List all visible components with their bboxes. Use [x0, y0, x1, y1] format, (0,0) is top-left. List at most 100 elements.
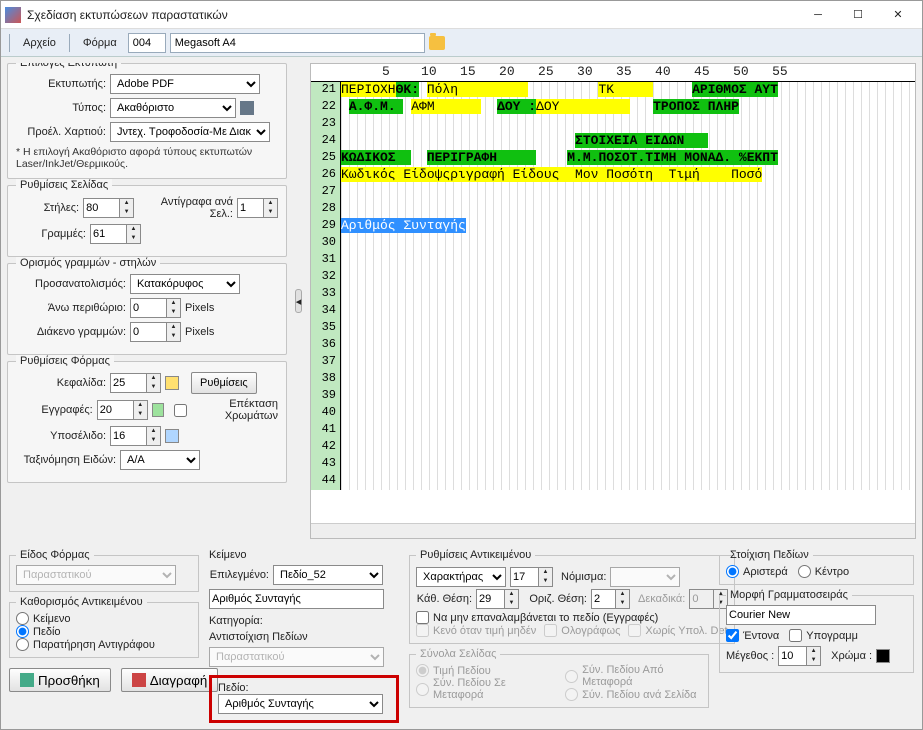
- maximize-button[interactable]: ☐: [838, 2, 878, 28]
- vpos-input[interactable]: [476, 589, 504, 609]
- grid-row[interactable]: 42: [311, 439, 915, 456]
- folder-icon[interactable]: [429, 36, 445, 50]
- font-size-input[interactable]: [778, 646, 806, 666]
- grid-row[interactable]: 36: [311, 337, 915, 354]
- footer-spinner[interactable]: ▲▼: [146, 426, 161, 446]
- header-spinner[interactable]: ▲▼: [146, 373, 161, 393]
- grid-line[interactable]: [341, 235, 915, 252]
- close-button[interactable]: ✕: [878, 2, 918, 28]
- grid-line[interactable]: [341, 116, 915, 133]
- datatype-select[interactable]: Χαρακτήρας: [416, 567, 506, 587]
- records-input[interactable]: [97, 400, 133, 420]
- grid-line[interactable]: ΚΩΔΙΚΟΣ ΠΕΡΙΓΡΑΦΗ Μ.Μ.ΠΟΣΟΤ.ΤΙΜΗ ΜΟΝΑΔ. …: [341, 150, 915, 167]
- vpos-spinner[interactable]: ▲▼: [504, 589, 519, 609]
- rows-input[interactable]: [90, 224, 126, 244]
- grid-line[interactable]: [341, 371, 915, 388]
- orient-select[interactable]: Κατακόρυφος: [130, 274, 240, 294]
- printer-select[interactable]: Adobe PDF: [110, 74, 260, 94]
- grid-row[interactable]: 38: [311, 371, 915, 388]
- grid-row[interactable]: 44: [311, 473, 915, 490]
- minimize-button[interactable]: ─: [798, 2, 838, 28]
- settings-button[interactable]: Ρυθμίσεις: [191, 372, 257, 394]
- form-name-input[interactable]: [170, 33, 425, 53]
- grid-row[interactable]: 29Αριθμός Συνταγής: [311, 218, 915, 235]
- grid-row[interactable]: 22 Α.Φ.Μ. ΑΦΜ ΔΟΥ :ΔΟΥ ΤΡΟΠΟΣ ΠΛΗΡ: [311, 99, 915, 116]
- grid-line[interactable]: [341, 286, 915, 303]
- grid-line[interactable]: ΣΤΟΙΧΕΙΑ ΕΙΔΩΝ: [341, 133, 915, 150]
- grid-row[interactable]: 24 ΣΤΟΙΧΕΙΑ ΕΙΔΩΝ: [311, 133, 915, 150]
- extend-colors-check[interactable]: [174, 404, 187, 417]
- grid-line[interactable]: [341, 473, 915, 490]
- linegap-spinner[interactable]: ▲▼: [166, 322, 181, 342]
- selected-field-select[interactable]: Πεδίο_52: [273, 565, 383, 585]
- grid-row[interactable]: 40: [311, 405, 915, 422]
- grid-line[interactable]: ΠΕΡΙΟΧΗΘΚ: Πόλη ΤΚ ΑΡΙΘΜΟΣ ΑΥΤ: [341, 82, 915, 99]
- menu-file[interactable]: Αρχείο: [16, 34, 63, 52]
- grid-line[interactable]: [341, 184, 915, 201]
- topmargin-spinner[interactable]: ▲▼: [166, 298, 181, 318]
- grid-line[interactable]: [341, 320, 915, 337]
- copies-input[interactable]: [237, 198, 263, 218]
- grid-row[interactable]: 25ΚΩΔΙΚΟΣ ΠΕΡΙΓΡΑΦΗ Μ.Μ.ΠΟΣΟΤ.ΤΙΜΗ ΜΟΝΑΔ…: [311, 150, 915, 167]
- grid-row[interactable]: 32: [311, 269, 915, 286]
- field-select[interactable]: Αριθμός Συνταγής: [218, 694, 383, 714]
- menu-form[interactable]: Φόρμα: [76, 34, 124, 52]
- splitter[interactable]: ◂: [293, 63, 304, 539]
- footer-input[interactable]: [110, 426, 146, 446]
- grid-row[interactable]: 39: [311, 388, 915, 405]
- grid-line[interactable]: [341, 303, 915, 320]
- grid-line[interactable]: [341, 269, 915, 286]
- paper-select[interactable]: Jντεχ. Τροφοδοσία-Με Διακοπή: [110, 122, 270, 142]
- grid-line[interactable]: [341, 439, 915, 456]
- rows-spinner[interactable]: ▲▼: [126, 224, 141, 244]
- copies-spinner[interactable]: ▲▼: [263, 198, 278, 218]
- sort-select[interactable]: A/A: [120, 450, 200, 470]
- grid-line[interactable]: [341, 422, 915, 439]
- grid-row[interactable]: 33: [311, 286, 915, 303]
- grid-line[interactable]: [341, 405, 915, 422]
- grid-line[interactable]: [341, 201, 915, 218]
- grid-row[interactable]: 26Κωδικός Είδοψςριγραφή Είδους Μον Ποσότ…: [311, 167, 915, 184]
- grid-row[interactable]: 35: [311, 320, 915, 337]
- grid-row[interactable]: 41: [311, 422, 915, 439]
- add-button[interactable]: Προσθήκη: [9, 668, 111, 692]
- grid-row[interactable]: 34: [311, 303, 915, 320]
- cols-spinner[interactable]: ▲▼: [119, 198, 134, 218]
- grid-row[interactable]: 30: [311, 235, 915, 252]
- delete-button[interactable]: Διαγραφή: [121, 668, 219, 692]
- grid-line[interactable]: Αριθμός Συνταγής: [341, 218, 915, 235]
- type-select[interactable]: Ακαθόριστο: [110, 98, 236, 118]
- grid-line[interactable]: Α.Φ.Μ. ΑΦΜ ΔΟΥ :ΔΟΥ ΤΡΟΠΟΣ ΠΛΗΡ: [341, 99, 915, 116]
- bold-check[interactable]: [726, 629, 739, 642]
- grid-row[interactable]: 27: [311, 184, 915, 201]
- text-value-input[interactable]: [209, 589, 384, 609]
- underline-check[interactable]: [789, 629, 802, 642]
- grid-row[interactable]: 43: [311, 456, 915, 473]
- radio-field[interactable]: [16, 625, 29, 638]
- grid-row[interactable]: 31: [311, 252, 915, 269]
- radio-align-left[interactable]: [726, 565, 739, 578]
- grid-line[interactable]: [341, 456, 915, 473]
- grid-line[interactable]: Κωδικός Είδοψςριγραφή Είδους Μον Ποσότη …: [341, 167, 915, 184]
- cols-input[interactable]: [83, 198, 119, 218]
- header-input[interactable]: [110, 373, 146, 393]
- radio-text[interactable]: [16, 612, 29, 625]
- grid-line[interactable]: [341, 252, 915, 269]
- font-name-input[interactable]: [726, 605, 876, 625]
- grid-row[interactable]: 28: [311, 201, 915, 218]
- h-scrollbar[interactable]: [311, 523, 915, 538]
- records-spinner[interactable]: ▲▼: [133, 400, 148, 420]
- hpos-spinner[interactable]: ▲▼: [615, 589, 630, 609]
- radio-align-center[interactable]: [798, 565, 811, 578]
- no-repeat-check[interactable]: [416, 611, 429, 624]
- length-spinner[interactable]: ▲▼: [538, 567, 553, 587]
- hpos-input[interactable]: [591, 589, 615, 609]
- grid-area[interactable]: 21ΠΕΡΙΟΧΗΘΚ: Πόλη ΤΚ ΑΡΙΘΜΟΣ ΑΥΤ22 Α.Φ.Μ…: [311, 82, 915, 523]
- font-size-spinner[interactable]: ▲▼: [806, 646, 821, 666]
- grid-line[interactable]: [341, 337, 915, 354]
- grid-row[interactable]: 21ΠΕΡΙΟΧΗΘΚ: Πόλη ΤΚ ΑΡΙΘΜΟΣ ΑΥΤ: [311, 82, 915, 99]
- grid-line[interactable]: [341, 354, 915, 371]
- font-color-swatch[interactable]: [876, 649, 890, 663]
- grid-row[interactable]: 23: [311, 116, 915, 133]
- radio-copy-note[interactable]: [16, 638, 29, 651]
